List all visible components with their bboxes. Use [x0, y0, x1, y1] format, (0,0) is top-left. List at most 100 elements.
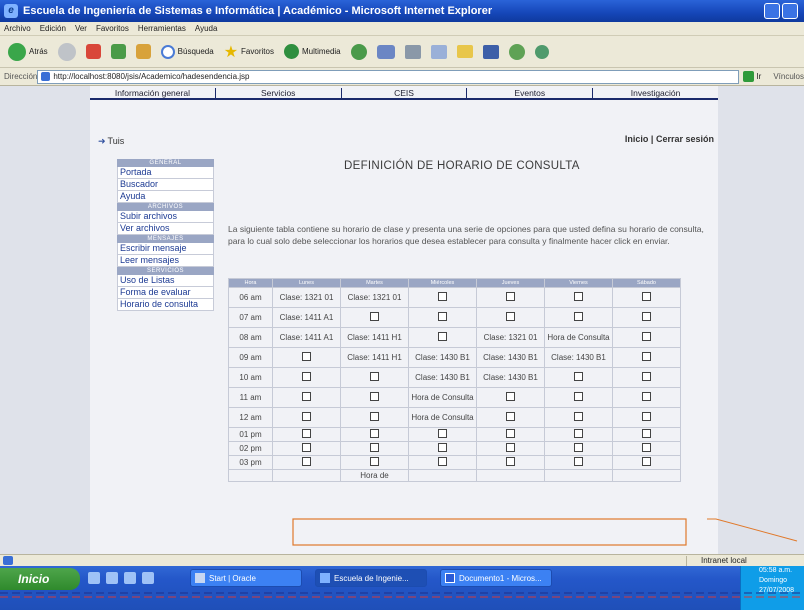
schedule-checkbox[interactable] [642, 372, 651, 381]
start-button[interactable]: Inicio [0, 568, 80, 590]
ie-quicklaunch-icon[interactable] [106, 572, 118, 584]
schedule-checkbox[interactable] [438, 443, 447, 452]
maximize-button[interactable] [782, 3, 798, 19]
taskbar-button-oracle[interactable]: Start | Oracle [190, 569, 302, 587]
schedule-checkbox[interactable] [506, 312, 515, 321]
schedule-checkbox[interactable] [574, 412, 583, 421]
discuss-button[interactable] [481, 40, 501, 64]
taskbar-button-word[interactable]: Documento1 - Micros... [440, 569, 552, 587]
schedule-checkbox[interactable] [642, 443, 651, 452]
home-link[interactable]: Inicio [625, 134, 649, 144]
schedule-checkbox[interactable] [506, 429, 515, 438]
schedule-checkbox[interactable] [506, 292, 515, 301]
menu-herramientas[interactable]: Herramientas [138, 24, 186, 33]
schedule-checkbox[interactable] [370, 392, 379, 401]
schedule-checkbox[interactable] [506, 392, 515, 401]
schedule-checkbox[interactable] [574, 429, 583, 438]
schedule-checkbox[interactable] [302, 457, 311, 466]
sidebar-item-buscador[interactable]: Buscador [117, 179, 214, 191]
schedule-checkbox[interactable] [438, 332, 447, 341]
schedule-checkbox[interactable] [370, 412, 379, 421]
mail-button[interactable] [375, 40, 397, 64]
menu-ver[interactable]: Ver [75, 24, 87, 33]
nav-servicios[interactable]: Servicios [214, 88, 341, 98]
schedule-checkbox[interactable] [642, 352, 651, 361]
sidebar-item-leer-mensajes[interactable]: Leer mensajes [117, 255, 214, 267]
menu-favoritos[interactable]: Favoritos [96, 24, 129, 33]
go-button[interactable]: Ir [743, 71, 761, 82]
home-button[interactable] [134, 40, 153, 64]
schedule-checkbox[interactable] [302, 352, 311, 361]
logout-link[interactable]: Cerrar sesión [656, 134, 714, 144]
history-button[interactable] [349, 40, 369, 64]
schedule-checkbox[interactable] [302, 443, 311, 452]
nav-eventos[interactable]: Eventos [466, 88, 592, 98]
schedule-checkbox[interactable] [642, 412, 651, 421]
schedule-checkbox[interactable] [642, 312, 651, 321]
explorer-quicklaunch-icon[interactable] [142, 572, 154, 584]
nav-ceis[interactable]: CEIS [340, 88, 467, 98]
schedule-checkbox[interactable] [506, 443, 515, 452]
minimize-button[interactable] [764, 3, 780, 19]
nav-investigacion[interactable]: Investigación [592, 88, 718, 98]
forward-button[interactable] [56, 40, 78, 64]
sidebar-item-escribir-mensaje[interactable]: Escribir mensaje [117, 243, 214, 255]
back-button[interactable]: Atrás [6, 40, 50, 64]
menu-edicion[interactable]: Edición [40, 24, 66, 33]
search-button[interactable]: Búsqueda [159, 40, 216, 64]
schedule-checkbox[interactable] [574, 292, 583, 301]
schedule-checkbox[interactable] [574, 392, 583, 401]
folder-button[interactable] [455, 40, 475, 64]
schedule-checkbox[interactable] [506, 457, 515, 466]
refresh-button[interactable] [109, 40, 128, 64]
links-button[interactable]: Vínculos [773, 72, 804, 81]
tool-button[interactable] [533, 40, 551, 64]
page-title: DEFINICIÓN DE HORARIO DE CONSULTA [344, 160, 580, 172]
schedule-checkbox[interactable] [302, 372, 311, 381]
taskbar-button-browser[interactable]: Escuela de Ingenie... [315, 569, 427, 587]
edit-button[interactable] [429, 40, 449, 64]
show-desktop-icon[interactable] [88, 572, 100, 584]
schedule-checkbox[interactable] [370, 443, 379, 452]
schedule-checkbox[interactable] [506, 412, 515, 421]
schedule-checkbox[interactable] [302, 412, 311, 421]
schedule-checkbox[interactable] [370, 429, 379, 438]
stop-button[interactable] [84, 40, 103, 64]
schedule-checkbox[interactable] [574, 372, 583, 381]
schedule-checkbox[interactable] [642, 429, 651, 438]
print-button[interactable] [403, 40, 423, 64]
schedule-checkbox[interactable] [438, 429, 447, 438]
favorites-button[interactable]: ★ Favoritos [222, 40, 276, 64]
menu-ayuda[interactable]: Ayuda [195, 24, 218, 33]
multimedia-button[interactable]: Multimedia [282, 40, 343, 64]
schedule-checkbox[interactable] [438, 292, 447, 301]
schedule-checkbox[interactable] [438, 457, 447, 466]
schedule-checkbox[interactable] [574, 312, 583, 321]
schedule-checkbox[interactable] [574, 457, 583, 466]
menu-archivo[interactable]: Archivo [4, 24, 31, 33]
schedule-checkbox[interactable] [370, 372, 379, 381]
sidebar-item-ver-archivos[interactable]: Ver archivos [117, 223, 214, 235]
schedule-checkbox[interactable] [642, 332, 651, 341]
messenger-button[interactable] [507, 40, 527, 64]
sidebar-item-horario-de-consulta[interactable]: Horario de consulta [117, 299, 214, 311]
schedule-checkbox[interactable] [302, 429, 311, 438]
schedule-checkbox[interactable] [370, 312, 379, 321]
sidebar-item-subir-archivos[interactable]: Subir archivos [117, 211, 214, 223]
sidebar-item-ayuda[interactable]: Ayuda [117, 191, 214, 203]
schedule-checkbox[interactable] [642, 457, 651, 466]
sidebar-item-forma-de-evaluar[interactable]: Forma de evaluar [117, 287, 214, 299]
clock-time[interactable]: 05:58 a.m. [759, 566, 804, 576]
media-quicklaunch-icon[interactable] [124, 572, 136, 584]
schedule-row: 10 am Clase: 1430 B1 Clase: 1430 B1 [228, 367, 681, 388]
sidebar-item-portada[interactable]: Portada [117, 167, 214, 179]
schedule-checkbox[interactable] [438, 312, 447, 321]
schedule-checkbox[interactable] [642, 392, 651, 401]
schedule-checkbox[interactable] [302, 392, 311, 401]
schedule-checkbox[interactable] [642, 292, 651, 301]
sidebar-item-uso-de-listas[interactable]: Uso de Listas [117, 275, 214, 287]
schedule-checkbox[interactable] [574, 443, 583, 452]
schedule-checkbox[interactable] [370, 457, 379, 466]
address-input[interactable]: http://localhost:8080/jsis/Academico/had… [37, 69, 740, 84]
nav-informacion-general[interactable]: Información general [90, 88, 215, 98]
